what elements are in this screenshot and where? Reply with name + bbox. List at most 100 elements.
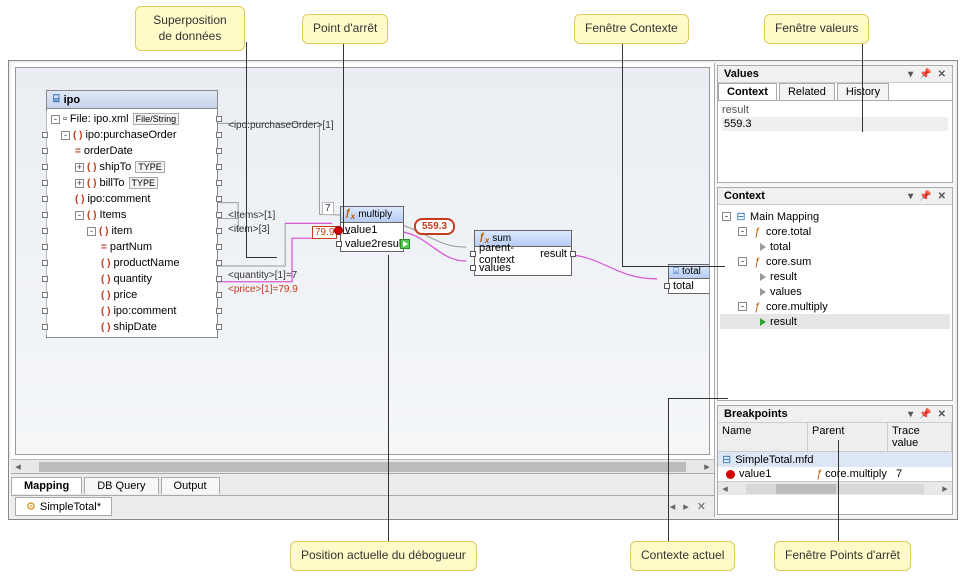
file-badge[interactable]: File/String: [133, 113, 180, 125]
schema-icon: ⌸: [53, 93, 60, 106]
panel-close-icon[interactable]: ✕: [938, 191, 946, 202]
ctx-result[interactable]: result: [720, 269, 950, 284]
mapping-canvas[interactable]: ⌸ ipo - ▫ File: ipo.xml File/String: [15, 67, 710, 455]
bottom-tabs: Mapping DB Query Output: [11, 473, 714, 495]
panel-close-icon[interactable]: ✕: [938, 409, 946, 420]
bp-row[interactable]: value1 ƒ core.multiply 7: [718, 467, 952, 481]
panel-pin-icon[interactable]: 📌: [919, 69, 931, 80]
tree-row[interactable]: ( )productName: [47, 255, 217, 271]
overlay-item: <item>[3]: [228, 224, 270, 235]
tree-row[interactable]: -( )item: [47, 223, 217, 239]
ctx-core-sum[interactable]: -ƒcore.sum: [720, 254, 950, 269]
file-label: File: ipo.xml: [70, 113, 129, 125]
ctx-main-mapping[interactable]: -⊟Main Mapping: [720, 209, 950, 224]
ctx-core-multiply[interactable]: -ƒcore.multiply: [720, 299, 950, 314]
source-component-ipo[interactable]: ⌸ ipo - ▫ File: ipo.xml File/String: [46, 90, 218, 338]
tree-row[interactable]: +( )billToTYPE: [47, 175, 217, 191]
tree-row[interactable]: ( )price: [47, 287, 217, 303]
callout-current-context: Contexte actuel: [630, 541, 735, 571]
panel-pin-icon[interactable]: 📌: [919, 409, 931, 420]
target-total[interactable]: ⌸total total: [668, 264, 710, 294]
panel-menu-icon[interactable]: ▾: [908, 409, 913, 420]
doc-nav-close-icon[interactable]: ✕: [697, 500, 706, 513]
panel-breakpoints-title: Breakpoints: [724, 408, 788, 420]
panel-context: Context ▾ 📌 ✕ -⊟Main Mapping -ƒcore.tota…: [717, 187, 953, 401]
values-row[interactable]: 559.3: [722, 117, 948, 131]
bp-col-trace[interactable]: Trace value: [888, 423, 952, 451]
toggle-icon[interactable]: -: [51, 115, 60, 124]
fn-multiply-value1[interactable]: value1: [341, 223, 403, 237]
breakpoint-dot[interactable]: [334, 226, 343, 235]
panel-values-title: Values: [724, 68, 759, 80]
mapping-pane: ⌸ ipo - ▫ File: ipo.xml File/String: [11, 63, 715, 517]
fn-icon: ƒ: [816, 468, 822, 480]
file-icon: ▫: [63, 113, 67, 125]
panel-menu-icon[interactable]: ▾: [908, 69, 913, 80]
scroll-left-icon[interactable]: ◂: [11, 460, 25, 473]
bp-col-name[interactable]: Name: [718, 423, 808, 451]
overlay-seven: 7: [322, 202, 334, 215]
tree-row[interactable]: =partNum: [47, 239, 217, 255]
canvas-hscroll[interactable]: ◂ ▸: [11, 459, 714, 473]
bp-file-row[interactable]: ⊟ SimpleTotal.mfd: [718, 452, 952, 467]
ctx-result-current[interactable]: result: [720, 314, 950, 329]
ctx-values[interactable]: values: [720, 284, 950, 299]
mapping-file-icon: ⊟: [722, 453, 731, 466]
bp-table: Name Parent Trace value ⊟ SimpleTotal.mf…: [718, 423, 952, 481]
bp-hscroll[interactable]: ◂ ▸: [718, 481, 952, 495]
tab-mapping[interactable]: Mapping: [11, 477, 82, 494]
values-header: result: [722, 103, 948, 117]
values-tab-related[interactable]: Related: [779, 83, 835, 100]
tree-row[interactable]: -( )ipo:purchaseOrder: [47, 127, 217, 143]
fn-sum-result-label: result: [540, 248, 567, 260]
ctx-total[interactable]: total: [720, 239, 950, 254]
tree-row[interactable]: =orderDate: [47, 143, 217, 159]
overlay-quantity: <quantity>[1]=7: [228, 270, 297, 281]
panel-breakpoints: Breakpoints ▾ 📌 ✕ Name Parent Trace valu…: [717, 405, 953, 515]
target-row-total[interactable]: total: [669, 279, 710, 293]
overlay-result-bubble: 559.3: [414, 218, 455, 235]
doc-tab-simpletotal[interactable]: ⚙ SimpleTotal*: [15, 497, 112, 516]
right-panels: Values ▾ 📌 ✕ Context Related History re: [715, 63, 955, 517]
callout-breakpoint: Point d'arrêt: [302, 14, 388, 44]
source-title-text: ipo: [64, 94, 81, 106]
ctx-core-total[interactable]: -ƒcore.total: [720, 224, 950, 239]
tree-file-row[interactable]: - ▫ File: ipo.xml File/String: [47, 111, 217, 127]
scroll-left-icon[interactable]: ◂: [718, 482, 732, 495]
doc-nav-next-icon[interactable]: ▸: [683, 500, 689, 513]
scroll-right-icon[interactable]: ▸: [938, 482, 952, 495]
fn-multiply-value2[interactable]: value2 result: [341, 237, 403, 251]
panel-menu-icon[interactable]: ▾: [908, 191, 913, 202]
current-debug-position[interactable]: [400, 239, 410, 249]
source-title[interactable]: ⌸ ipo: [47, 91, 217, 109]
context-tree: -⊟Main Mapping -ƒcore.total total -ƒcore…: [718, 205, 952, 333]
doc-nav-prev-icon[interactable]: ◂: [670, 500, 676, 513]
fn-sum-parent-context[interactable]: parent-context result: [475, 247, 571, 261]
fn-multiply-title: ƒxmultiply: [341, 207, 403, 223]
fn-sum-values[interactable]: values: [475, 261, 571, 275]
panel-close-icon[interactable]: ✕: [938, 69, 946, 80]
tree-row[interactable]: +( )shipToTYPE: [47, 159, 217, 175]
panel-pin-icon[interactable]: 📌: [919, 191, 931, 202]
values-tab-context[interactable]: Context: [718, 83, 777, 100]
doc-nav: ◂ ▸ ✕: [670, 500, 714, 513]
tab-output[interactable]: Output: [161, 477, 220, 494]
tree-row[interactable]: ( )ipo:comment: [47, 303, 217, 319]
fn-multiply[interactable]: ƒxmultiply value1 value2 result: [340, 206, 404, 252]
callout-bp-window: Fenêtre Points d'arrêt: [774, 541, 911, 571]
callout-data-overlay: Superposition de données: [135, 6, 245, 51]
tree-row[interactable]: ( )ipo:comment: [47, 191, 217, 207]
tab-dbquery[interactable]: DB Query: [84, 477, 158, 494]
values-body: result 559.3: [718, 101, 952, 133]
document-tabs: ⚙ SimpleTotal* ◂ ▸ ✕: [11, 495, 714, 517]
fn-sum[interactable]: ƒxsum parent-context result values: [474, 230, 572, 276]
bp-col-parent[interactable]: Parent: [808, 423, 888, 451]
app-window: ⌸ ipo - ▫ File: ipo.xml File/String: [8, 60, 958, 520]
callout-context-window: Fenêtre Contexte: [574, 14, 689, 44]
tree-row[interactable]: ( )quantity: [47, 271, 217, 287]
tree-row[interactable]: ( )shipDate: [47, 319, 217, 335]
tree-row[interactable]: -( )Items: [47, 207, 217, 223]
scroll-right-icon[interactable]: ▸: [700, 460, 714, 473]
callout-debug-position: Position actuelle du débogueur: [290, 541, 477, 571]
breakpoint-dot-icon: [726, 470, 735, 479]
